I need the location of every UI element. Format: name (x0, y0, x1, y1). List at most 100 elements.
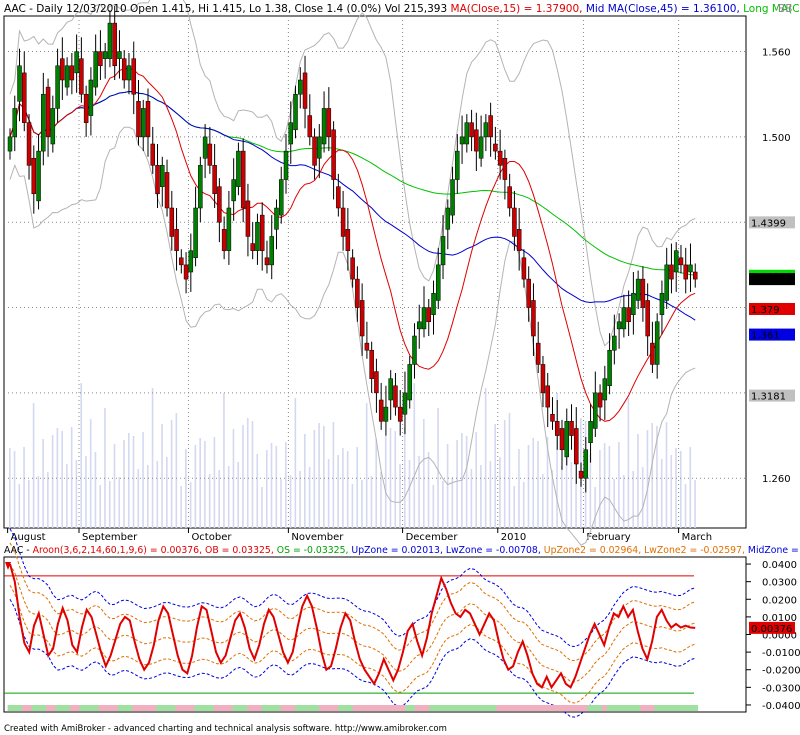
candle-up (107, 22, 113, 59)
candle-up (450, 179, 455, 216)
signal-strip-cell (525, 705, 531, 711)
volume-bar (608, 446, 611, 528)
candle-up (478, 136, 484, 159)
volume-bar (118, 477, 121, 528)
signal-strip-cell (93, 705, 100, 711)
volume-bar (94, 452, 97, 528)
candle-up (55, 65, 60, 109)
signal-strip-cell (424, 705, 430, 711)
volume-bar (151, 388, 154, 528)
volume-bar (646, 430, 649, 528)
candle-up (41, 93, 46, 152)
volume-bar (456, 440, 458, 528)
signal-strip-cell (65, 705, 71, 711)
volume-bar (170, 420, 173, 528)
candle-up (621, 307, 627, 330)
signal-strip-cell (529, 705, 536, 711)
volume-bar (508, 413, 511, 528)
signal-strip-cell (343, 705, 349, 711)
month-label: August (11, 532, 46, 543)
candle-up (12, 108, 18, 138)
signal-strip-cell (194, 705, 200, 711)
price-title-ma15: MA(Close,15) = 1.37900, (451, 3, 583, 15)
candle-down (369, 349, 374, 379)
volume-bar (432, 485, 435, 528)
volume-bar (694, 480, 696, 528)
candle-down (359, 300, 365, 337)
signal-strip-cell (429, 705, 435, 711)
volume-bar (679, 451, 682, 528)
candle-down (626, 307, 631, 323)
signal-strip-cell (79, 705, 85, 711)
candle-up (188, 250, 194, 273)
volume-bar (175, 413, 178, 528)
volume-bar (137, 469, 140, 528)
candle-down (83, 93, 89, 123)
price-badge-label: 1.4399 (751, 218, 786, 229)
signal-strip-cell (410, 705, 416, 711)
signal-strip-cell (577, 705, 584, 711)
osc-title-ob: OB = 0.03325, (205, 545, 274, 556)
volume-bar (670, 455, 673, 528)
candle-up (635, 278, 641, 301)
candle-up (64, 65, 70, 88)
volume-bar (261, 487, 263, 528)
signal-strip-cell (223, 705, 229, 711)
bb-label: BB (778, 3, 792, 15)
volume-bar (85, 456, 87, 528)
volume-bar (180, 486, 182, 528)
volume-bar (89, 419, 92, 528)
osc-title-lwzone2: LwZone2 = -0.02597, (644, 545, 745, 556)
signal-strip-cell (74, 705, 80, 711)
month-label: October (191, 532, 232, 543)
candle-up (436, 264, 441, 301)
signal-strip-cell (17, 705, 23, 711)
volume-bar (132, 436, 135, 528)
signal-strip-cell (539, 705, 545, 711)
volume-bar (394, 431, 397, 528)
candle-up (160, 165, 165, 187)
candle-down (31, 157, 37, 195)
signal-strip-cell (688, 705, 694, 711)
signal-strip-cell (50, 705, 57, 711)
signal-strip-cell (601, 705, 608, 711)
signal-strip-cell (98, 705, 104, 711)
volume-bar (161, 424, 163, 528)
price-badge-label: 1.4 (751, 275, 767, 286)
candle-down (22, 72, 27, 123)
candle-up (102, 51, 108, 59)
signal-strip-cell (453, 705, 459, 711)
signal-strip-cell (261, 705, 267, 711)
month-label: December (406, 532, 459, 543)
signal-strip-cell (596, 705, 603, 711)
signal-strip-cell (582, 705, 588, 711)
candle-up (93, 51, 98, 88)
signal-strip-cell (108, 705, 114, 711)
candle-up (431, 293, 436, 315)
volume-bar (142, 432, 144, 528)
osc-title-prefix: AAC - (4, 545, 30, 556)
candle-up (274, 207, 279, 230)
signal-strip-cell (395, 705, 402, 711)
signal-strip-cell (405, 705, 411, 711)
volume-bar (256, 454, 259, 528)
signal-strip-cell (654, 705, 660, 711)
signal-strip-cell (366, 705, 373, 711)
price-tick-label: 1.260 (762, 474, 791, 485)
candle-down (302, 72, 308, 109)
volume-bar (47, 472, 49, 528)
signal-strip-cell (376, 705, 382, 711)
candle-up (236, 150, 241, 187)
volume-bar (280, 479, 282, 528)
signal-strip-cell (290, 705, 296, 711)
signal-strip-cell (60, 705, 66, 711)
signal-strip-cell (275, 705, 282, 711)
volume-bar (408, 460, 411, 528)
osc-title-midzone: MidZone = 0.00652 (748, 545, 800, 556)
signal-strip-cell (515, 705, 521, 711)
signal-strip-cell (26, 705, 33, 711)
volume-bar (594, 487, 596, 528)
candle-up (193, 207, 198, 259)
volume-bar (660, 459, 663, 528)
candle-down (145, 101, 151, 138)
